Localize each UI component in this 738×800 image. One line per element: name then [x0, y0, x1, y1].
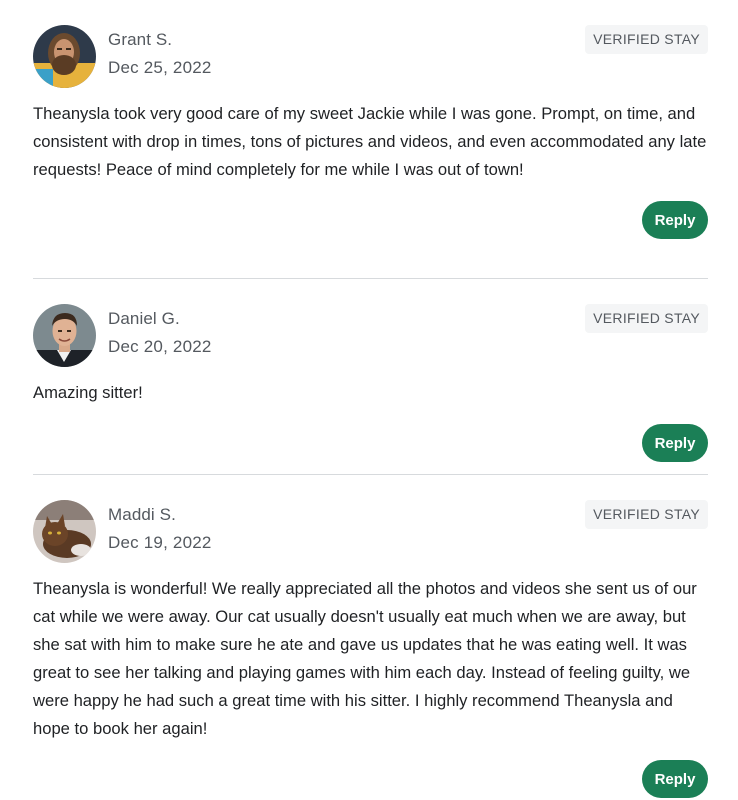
review-header: Daniel G. Dec 20, 2022 VERIFIED STAY: [33, 304, 708, 368]
divider: [33, 278, 708, 279]
reviewer-name: Grant S.: [108, 30, 173, 49]
verified-stay-badge: VERIFIED STAY: [585, 25, 708, 54]
reply-row: Reply: [33, 760, 708, 800]
review-card: Maddi S. Dec 19, 2022 VERIFIED STAY Thea…: [33, 500, 708, 800]
divider: [33, 474, 708, 475]
review-header: Maddi S. Dec 19, 2022 VERIFIED STAY: [33, 500, 708, 564]
avatar-photo-cat: [33, 500, 96, 563]
review-header: Grant S. Dec 25, 2022 VERIFIED STAY: [33, 25, 708, 89]
review-card: Daniel G. Dec 20, 2022 VERIFIED STAY Ama…: [33, 304, 708, 464]
avatar[interactable]: [33, 500, 96, 563]
reviews-list: Grant S. Dec 25, 2022 VERIFIED STAY Thea…: [0, 0, 738, 798]
avatar[interactable]: [33, 25, 96, 88]
reply-button[interactable]: Reply: [642, 201, 708, 239]
avatar-photo-daniel: [33, 304, 96, 367]
avatar-photo-grant: [33, 25, 96, 88]
review-date: Dec 25, 2022: [108, 58, 212, 77]
reply-button[interactable]: Reply: [642, 424, 708, 462]
avatar[interactable]: [33, 304, 96, 367]
reply-button[interactable]: Reply: [642, 760, 708, 798]
review-date: Dec 20, 2022: [108, 337, 212, 356]
reply-row: Reply: [33, 424, 708, 464]
verified-stay-badge: VERIFIED STAY: [585, 500, 708, 529]
review-text: Amazing sitter!: [33, 383, 143, 402]
reviewer-name: Maddi S.: [108, 505, 176, 524]
reviewer-name: Daniel G.: [108, 309, 180, 328]
review-text: Theanysla is wonderful! We really apprec…: [33, 579, 697, 738]
review-text: Theanysla took very good care of my swee…: [33, 104, 707, 179]
reply-row: Reply: [33, 201, 708, 241]
verified-stay-badge: VERIFIED STAY: [585, 304, 708, 333]
review-card: Grant S. Dec 25, 2022 VERIFIED STAY Thea…: [33, 25, 708, 241]
review-date: Dec 19, 2022: [108, 533, 212, 552]
